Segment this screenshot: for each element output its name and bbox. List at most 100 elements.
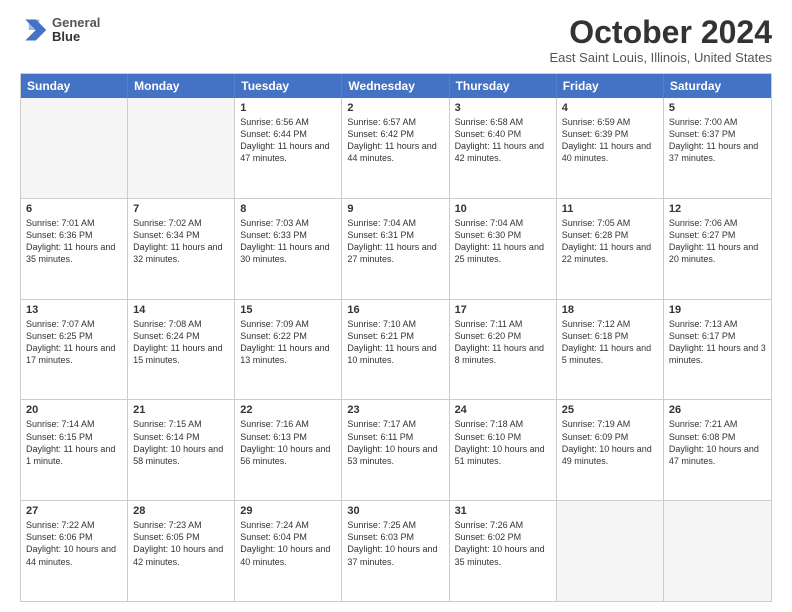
cell-info: Sunrise: 7:15 AM Sunset: 6:14 PM Dayligh… <box>133 418 229 467</box>
header-right: October 2024 East Saint Louis, Illinois,… <box>549 16 772 65</box>
cell-info: Sunrise: 7:00 AM Sunset: 6:37 PM Dayligh… <box>669 116 766 165</box>
cell-info: Sunrise: 6:59 AM Sunset: 6:39 PM Dayligh… <box>562 116 658 165</box>
cell-info: Sunrise: 7:12 AM Sunset: 6:18 PM Dayligh… <box>562 318 658 367</box>
calendar-cell: 12Sunrise: 7:06 AM Sunset: 6:27 PM Dayli… <box>664 199 771 299</box>
logo: General Blue <box>20 16 100 45</box>
calendar-cell: 22 Sunrise: 7:16 AM Sunset: 6:13 PM Dayli… <box>235 400 342 500</box>
calendar-cell: 13 Sunrise: 7:07 AM Sunset: 6:25 PM Dayli… <box>21 300 128 400</box>
calendar-cell: 30 Sunrise: 7:25 AM Sunset: 6:03 PM Dayli… <box>342 501 449 601</box>
calendar-cell: 14 Sunrise: 7:08 AM Sunset: 6:24 PM Dayli… <box>128 300 235 400</box>
calendar-row-4: 27 Sunrise: 7:22 AM Sunset: 6:06 PM Dayli… <box>21 500 771 601</box>
day-number: 5 <box>669 102 766 114</box>
calendar-cell: 28 Sunrise: 7:23 AM Sunset: 6:05 PM Dayli… <box>128 501 235 601</box>
day-number: 1 <box>240 102 336 114</box>
cell-info: Sunrise: 6:58 AM Sunset: 6:40 PM Dayligh… <box>455 116 551 165</box>
calendar-cell: 11 Sunrise: 7:05 AM Sunset: 6:28 PM Dayli… <box>557 199 664 299</box>
calendar-cell: 21 Sunrise: 7:15 AM Sunset: 6:14 PM Dayli… <box>128 400 235 500</box>
calendar-row-2: 13 Sunrise: 7:07 AM Sunset: 6:25 PM Dayli… <box>21 299 771 400</box>
day-number: 13 <box>26 304 122 316</box>
calendar-cell: 15 Sunrise: 7:09 AM Sunset: 6:22 PM Dayli… <box>235 300 342 400</box>
calendar-cell <box>128 98 235 198</box>
calendar-body: 1 Sunrise: 6:56 AM Sunset: 6:44 PM Daylig… <box>21 98 771 601</box>
day-number: 23 <box>347 404 443 416</box>
calendar-cell: 20Sunrise: 7:14 AM Sunset: 6:15 PM Dayli… <box>21 400 128 500</box>
cell-info: Sunrise: 7:07 AM Sunset: 6:25 PM Dayligh… <box>26 318 122 367</box>
page: General Blue October 2024 East Saint Lou… <box>0 0 792 612</box>
day-number: 11 <box>562 203 658 215</box>
day-number: 19 <box>669 304 766 316</box>
calendar-cell: 27 Sunrise: 7:22 AM Sunset: 6:06 PM Dayli… <box>21 501 128 601</box>
header: General Blue October 2024 East Saint Lou… <box>20 16 772 65</box>
calendar-header-row: SundayMondayTuesdayWednesdayThursdayFrid… <box>21 74 771 98</box>
day-number: 29 <box>240 505 336 517</box>
day-number: 9 <box>347 203 443 215</box>
header-cell-friday: Friday <box>557 74 664 98</box>
calendar: SundayMondayTuesdayWednesdayThursdayFrid… <box>20 73 772 602</box>
day-number: 7 <box>133 203 229 215</box>
day-number: 27 <box>26 505 122 517</box>
calendar-cell: 9Sunrise: 7:04 AM Sunset: 6:31 PM Daylig… <box>342 199 449 299</box>
day-number: 22 <box>240 404 336 416</box>
day-number: 14 <box>133 304 229 316</box>
calendar-cell: 23 Sunrise: 7:17 AM Sunset: 6:11 PM Dayli… <box>342 400 449 500</box>
cell-info: Sunrise: 7:09 AM Sunset: 6:22 PM Dayligh… <box>240 318 336 367</box>
calendar-row-3: 20Sunrise: 7:14 AM Sunset: 6:15 PM Dayli… <box>21 399 771 500</box>
cell-info: Sunrise: 7:22 AM Sunset: 6:06 PM Dayligh… <box>26 519 122 568</box>
cell-info: Sunrise: 7:26 AM Sunset: 6:02 PM Dayligh… <box>455 519 551 568</box>
day-number: 31 <box>455 505 551 517</box>
logo-icon <box>20 16 48 44</box>
month-title: October 2024 <box>549 16 772 48</box>
calendar-cell: 8Sunrise: 7:03 AM Sunset: 6:33 PM Daylig… <box>235 199 342 299</box>
calendar-row-1: 6 Sunrise: 7:01 AM Sunset: 6:36 PM Daylig… <box>21 198 771 299</box>
calendar-cell: 19Sunrise: 7:13 AM Sunset: 6:17 PM Dayli… <box>664 300 771 400</box>
calendar-cell <box>557 501 664 601</box>
day-number: 30 <box>347 505 443 517</box>
calendar-cell: 25Sunrise: 7:19 AM Sunset: 6:09 PM Dayli… <box>557 400 664 500</box>
cell-info: Sunrise: 7:01 AM Sunset: 6:36 PM Dayligh… <box>26 217 122 266</box>
cell-info: Sunrise: 7:23 AM Sunset: 6:05 PM Dayligh… <box>133 519 229 568</box>
day-number: 24 <box>455 404 551 416</box>
logo-line1: General <box>52 16 100 30</box>
cell-info: Sunrise: 7:08 AM Sunset: 6:24 PM Dayligh… <box>133 318 229 367</box>
header-cell-saturday: Saturday <box>664 74 771 98</box>
calendar-cell: 17Sunrise: 7:11 AM Sunset: 6:20 PM Dayli… <box>450 300 557 400</box>
day-number: 18 <box>562 304 658 316</box>
day-number: 2 <box>347 102 443 114</box>
calendar-cell: 18 Sunrise: 7:12 AM Sunset: 6:18 PM Dayli… <box>557 300 664 400</box>
day-number: 15 <box>240 304 336 316</box>
day-number: 21 <box>133 404 229 416</box>
day-number: 10 <box>455 203 551 215</box>
day-number: 8 <box>240 203 336 215</box>
calendar-cell <box>664 501 771 601</box>
header-cell-monday: Monday <box>128 74 235 98</box>
calendar-cell: 16Sunrise: 7:10 AM Sunset: 6:21 PM Dayli… <box>342 300 449 400</box>
day-number: 17 <box>455 304 551 316</box>
header-cell-tuesday: Tuesday <box>235 74 342 98</box>
day-number: 20 <box>26 404 122 416</box>
day-number: 6 <box>26 203 122 215</box>
day-number: 25 <box>562 404 658 416</box>
logo-text: General Blue <box>52 16 100 45</box>
cell-info: Sunrise: 7:18 AM Sunset: 6:10 PM Dayligh… <box>455 418 551 467</box>
calendar-cell: 5 Sunrise: 7:00 AM Sunset: 6:37 PM Daylig… <box>664 98 771 198</box>
header-cell-sunday: Sunday <box>21 74 128 98</box>
header-cell-wednesday: Wednesday <box>342 74 449 98</box>
cell-info: Sunrise: 7:16 AM Sunset: 6:13 PM Dayligh… <box>240 418 336 467</box>
cell-info: Sunrise: 7:10 AM Sunset: 6:21 PM Dayligh… <box>347 318 443 367</box>
calendar-cell: 7Sunrise: 7:02 AM Sunset: 6:34 PM Daylig… <box>128 199 235 299</box>
cell-info: Sunrise: 7:25 AM Sunset: 6:03 PM Dayligh… <box>347 519 443 568</box>
cell-info: Sunrise: 6:57 AM Sunset: 6:42 PM Dayligh… <box>347 116 443 165</box>
calendar-cell: 4 Sunrise: 6:59 AM Sunset: 6:39 PM Daylig… <box>557 98 664 198</box>
cell-info: Sunrise: 7:04 AM Sunset: 6:30 PM Dayligh… <box>455 217 551 266</box>
header-cell-thursday: Thursday <box>450 74 557 98</box>
calendar-cell: 3Sunrise: 6:58 AM Sunset: 6:40 PM Daylig… <box>450 98 557 198</box>
cell-info: Sunrise: 6:56 AM Sunset: 6:44 PM Dayligh… <box>240 116 336 165</box>
calendar-cell <box>21 98 128 198</box>
day-number: 4 <box>562 102 658 114</box>
calendar-cell: 29Sunrise: 7:24 AM Sunset: 6:04 PM Dayli… <box>235 501 342 601</box>
cell-info: Sunrise: 7:05 AM Sunset: 6:28 PM Dayligh… <box>562 217 658 266</box>
location: East Saint Louis, Illinois, United State… <box>549 50 772 65</box>
day-number: 28 <box>133 505 229 517</box>
cell-info: Sunrise: 7:17 AM Sunset: 6:11 PM Dayligh… <box>347 418 443 467</box>
cell-info: Sunrise: 7:21 AM Sunset: 6:08 PM Dayligh… <box>669 418 766 467</box>
